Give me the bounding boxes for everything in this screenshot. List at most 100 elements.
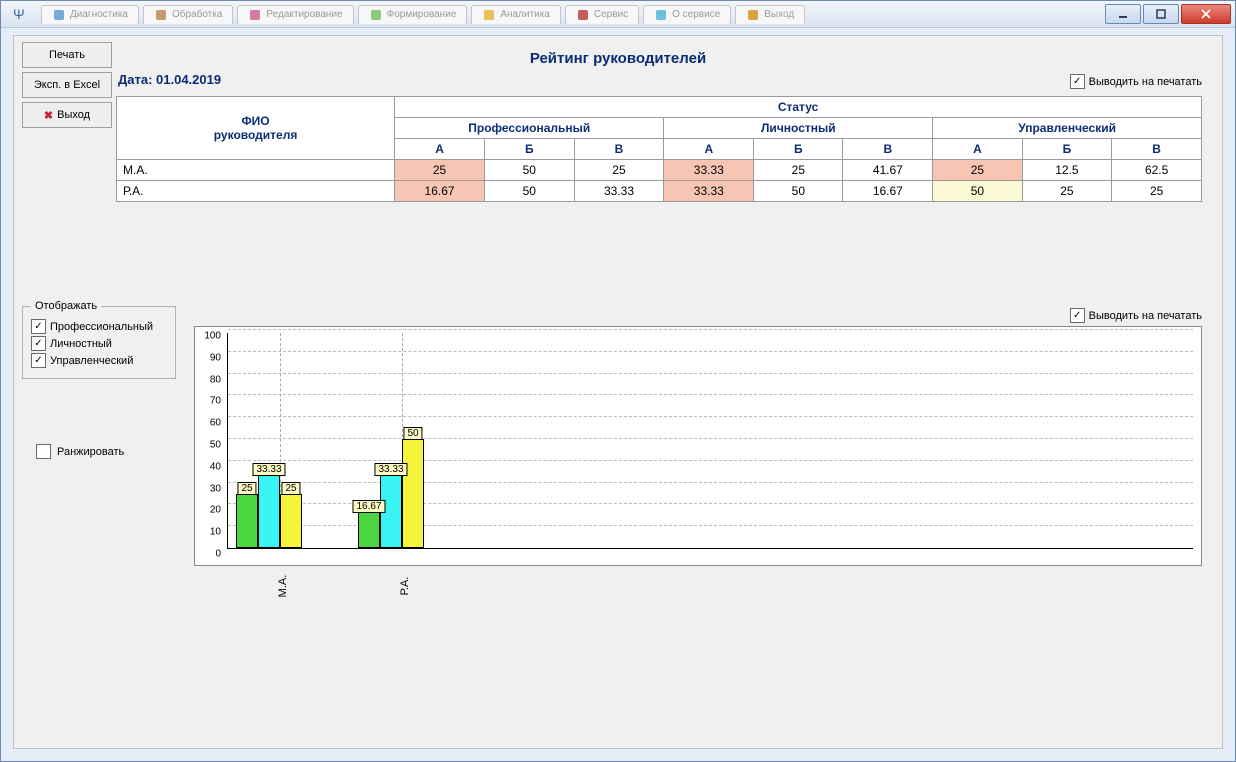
col-status: Статус: [395, 97, 1202, 118]
chart-gridline: [228, 373, 1193, 374]
rank-checkbox[interactable]: Ранжировать: [36, 444, 124, 459]
cell-value: 33.33: [664, 160, 754, 181]
bar-value-label: 25: [281, 482, 300, 495]
col-sub: Б: [485, 139, 575, 160]
print-button-label: Печать: [49, 49, 85, 61]
tab-label: Обработка: [172, 9, 222, 20]
print-output-checkbox-top[interactable]: Выводить на печатать: [1070, 74, 1202, 89]
title-tab[interactable]: Обработка: [143, 5, 233, 24]
print-check-label: Выводить на печатать: [1089, 76, 1202, 88]
bar-value-label: 33.33: [252, 463, 285, 476]
tab-label: Аналитика: [500, 9, 550, 20]
checkbox-icon: [31, 319, 46, 334]
checkbox-icon: [31, 353, 46, 368]
exit-button[interactable]: ✖ Выход: [22, 102, 112, 128]
y-tick-label: 90: [210, 352, 221, 363]
bar-value-label: 25: [237, 482, 256, 495]
col-group: Управленческий: [933, 118, 1202, 139]
checkbox-icon: [1070, 308, 1085, 323]
y-tick-label: 80: [210, 374, 221, 385]
content-panel: Печать Эксп. в Excel ✖ Выход Рейтинг рук…: [13, 35, 1223, 749]
display-option-label: Личностный: [50, 338, 112, 350]
col-sub: А: [395, 139, 485, 160]
bar-group: 16.6733.3350Р.А.: [358, 439, 424, 548]
y-tick-label: 30: [210, 483, 221, 494]
tab-label: Сервис: [594, 9, 628, 20]
cell-value: 25: [395, 160, 485, 181]
window-maximize-button[interactable]: [1143, 4, 1179, 24]
chart-area: 0102030405060708090100 2533.3325М.А.16.6…: [194, 326, 1202, 566]
tab-icon: [369, 8, 383, 22]
title-tab[interactable]: Аналитика: [471, 5, 561, 24]
cell-value: 25: [574, 160, 664, 181]
col-sub: В: [574, 139, 664, 160]
checkbox-icon: [31, 336, 46, 351]
rank-checkbox-label: Ранжировать: [57, 446, 124, 458]
cell-value: 25: [933, 160, 1022, 181]
bar-value-label: 16.67: [352, 500, 385, 513]
window-minimize-button[interactable]: [1105, 4, 1141, 24]
col-sub: Б: [1022, 139, 1112, 160]
title-tab[interactable]: О сервисе: [643, 5, 731, 24]
display-option-label: Управленческий: [50, 355, 133, 367]
title-tab[interactable]: Выход: [735, 5, 805, 24]
chart-gridline: [228, 394, 1193, 395]
cell-value: 50: [485, 181, 575, 202]
cell-value: 41.67: [843, 160, 933, 181]
chart-bar: 25: [236, 494, 258, 549]
table-row: М.А.25502533.332541.672512.562.5: [117, 160, 1202, 181]
chart-bar: 16.67: [358, 512, 380, 548]
cell-value: 12.5: [1022, 160, 1112, 181]
tab-icon: [482, 8, 496, 22]
display-group-title: Отображать: [31, 300, 101, 312]
col-group: Личностный: [664, 118, 933, 139]
col-group: Профессиональный: [395, 118, 664, 139]
y-tick-label: 0: [215, 549, 221, 560]
checkbox-icon: [36, 444, 51, 459]
bar-value-label: 50: [403, 427, 422, 440]
tab-label: Выход: [764, 9, 794, 20]
tab-icon: [746, 8, 760, 22]
print-check-label-2: Выводить на печатать: [1089, 310, 1202, 322]
cell-value: 50: [754, 181, 843, 202]
chart-bar: 33.33: [258, 475, 280, 548]
print-button[interactable]: Печать: [22, 42, 112, 68]
cell-value: 33.33: [664, 181, 754, 202]
title-tab[interactable]: Сервис: [565, 5, 639, 24]
chart-gridline: [228, 351, 1193, 352]
col-sub: А: [933, 139, 1022, 160]
chart-gridline: [228, 329, 1193, 330]
y-tick-label: 20: [210, 505, 221, 516]
display-option-checkbox[interactable]: Личностный: [31, 336, 167, 351]
date-label: Дата: 01.04.2019: [118, 72, 221, 87]
title-tab[interactable]: Диагностика: [41, 5, 139, 24]
cell-value: 16.67: [395, 181, 485, 202]
title-tab[interactable]: Формирование: [358, 5, 468, 24]
chart-bar: 25: [280, 494, 302, 549]
tab-icon: [154, 8, 168, 22]
y-tick-label: 60: [210, 418, 221, 429]
tab-label: Редактирование: [266, 9, 342, 20]
window-close-button[interactable]: [1181, 4, 1231, 24]
title-tab[interactable]: Редактирование: [237, 5, 353, 24]
y-tick-label: 40: [210, 461, 221, 472]
cell-value: 33.33: [574, 181, 664, 202]
print-output-checkbox-chart[interactable]: Выводить на печатать: [1070, 308, 1202, 323]
chart-gridline: [228, 416, 1193, 417]
cell-value: 25: [1022, 181, 1112, 202]
app-icon: Ψ: [11, 6, 27, 22]
export-excel-button[interactable]: Эксп. в Excel: [22, 72, 112, 98]
display-option-checkbox[interactable]: Профессиональный: [31, 319, 167, 334]
table-row: Р.А.16.675033.3333.335016.67502525: [117, 181, 1202, 202]
x-category-label: Р.А.: [399, 553, 411, 619]
tab-label: Диагностика: [70, 9, 128, 20]
checkbox-icon: [1070, 74, 1085, 89]
x-category-label: М.А.: [277, 553, 289, 619]
display-option-checkbox[interactable]: Управленческий: [31, 353, 167, 368]
display-options-group: Отображать ПрофессиональныйЛичностныйУпр…: [22, 306, 176, 379]
cell-name: Р.А.: [117, 181, 395, 202]
chart-bar: 50: [402, 439, 424, 548]
cell-value: 50: [485, 160, 575, 181]
col-sub: В: [1112, 139, 1202, 160]
tab-icon: [576, 8, 590, 22]
